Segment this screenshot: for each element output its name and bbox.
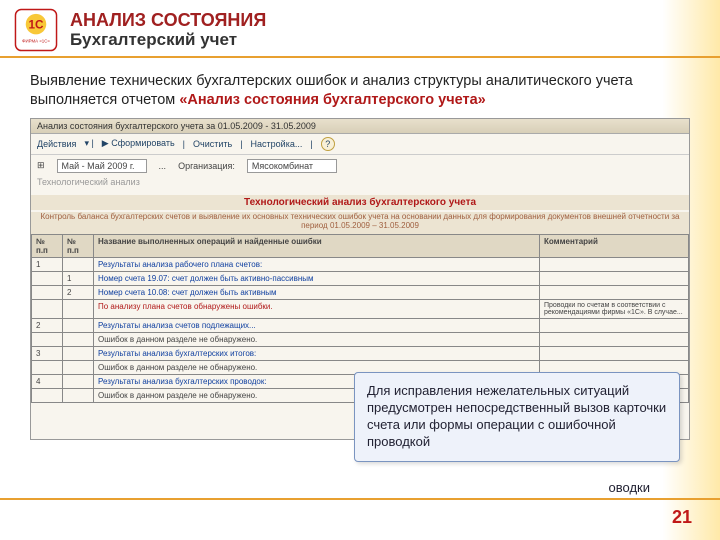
col-num1: № п.п xyxy=(32,234,63,257)
table-row: 2Номер счета 10.08: счет должен быть акт… xyxy=(32,285,689,299)
table-row: 1Результаты анализа рабочего плана счето… xyxy=(32,257,689,271)
table-row: По анализу плана счетов обнаружены ошибк… xyxy=(32,299,689,318)
filter-row: ⊞ Май - Май 2009 г. ... Организация: Мяс… xyxy=(31,155,689,177)
col-num2: № п.п xyxy=(63,234,94,257)
col-comment: Комментарий xyxy=(540,234,689,257)
table-row: Ошибок в данном разделе не обнаружено. xyxy=(32,332,689,346)
report-subtitle: Контроль баланса бухгалтерских счетов и … xyxy=(31,212,689,234)
title-black: Бухгалтерский учет xyxy=(70,31,266,50)
intro-text: Выявление технических бухгалтерских ошиб… xyxy=(30,72,690,110)
toolbar-actions[interactable]: Действия xyxy=(37,139,76,149)
callout-tail: оводки xyxy=(609,480,650,495)
toolbar: Действия ▾ | ▶ Сформировать | Очистить |… xyxy=(31,134,689,155)
footer-divider xyxy=(0,498,720,500)
help-icon[interactable]: ? xyxy=(321,137,335,151)
table-row: 1Номер счета 19.07: счет должен быть акт… xyxy=(32,271,689,285)
tech-analysis-label: Технологический анализ xyxy=(37,177,140,187)
report-title: Технологический анализ бухгалтерского уч… xyxy=(31,195,689,210)
table-row: 3Результаты анализа бухгалтерских итогов… xyxy=(32,346,689,360)
col-name: Название выполненных операций и найденны… xyxy=(94,234,540,257)
callout-box: Для исправления нежелательных ситуаций п… xyxy=(354,372,680,462)
org-label: Организация: xyxy=(178,161,235,171)
page-number: 21 xyxy=(672,507,692,528)
logo-1c: 1C ФИРМА «1С» xyxy=(14,8,58,52)
intro-highlight: «Анализ состояния бухгалтерского учета» xyxy=(179,92,485,108)
table-row: 2Результаты анализа счетов подлежащих... xyxy=(32,318,689,332)
svg-text:ФИРМА «1С»: ФИРМА «1С» xyxy=(22,38,50,43)
period-input[interactable]: Май - Май 2009 г. xyxy=(57,159,147,173)
title-red: АНАЛИЗ СОСТОЯНИЯ xyxy=(70,11,266,31)
window-title: Анализ состояния бухгалтерского учета за… xyxy=(31,119,689,134)
toolbar-settings[interactable]: Настройка... xyxy=(251,139,303,149)
org-input[interactable]: Мясокомбинат xyxy=(247,159,337,173)
svg-text:1C: 1C xyxy=(29,19,45,32)
slide-header: 1C ФИРМА «1С» АНАЛИЗ СОСТОЯНИЯ Бухгалтер… xyxy=(0,0,720,58)
toolbar-clear[interactable]: Очистить xyxy=(193,139,232,149)
toolbar-form[interactable]: ▶ Сформировать xyxy=(102,138,175,149)
